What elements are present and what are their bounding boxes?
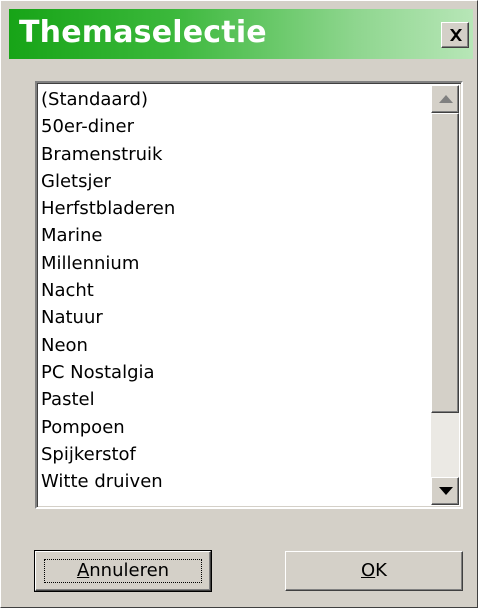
theme-list-item[interactable]: Millennium: [39, 250, 429, 277]
theme-list-item[interactable]: Spijkerstof: [39, 441, 429, 468]
ok-button[interactable]: OK: [285, 551, 463, 591]
ok-button-label: OK: [361, 560, 387, 581]
cancel-mnemonic: A: [76, 560, 90, 581]
theme-list-item[interactable]: Neon: [39, 332, 429, 359]
scroll-up-button[interactable]: [431, 85, 459, 113]
theme-list-item[interactable]: Nacht: [39, 277, 429, 304]
theme-list-item[interactable]: Pompoen: [39, 414, 429, 441]
cancel-button-label: Annuleren: [77, 560, 169, 581]
close-icon: [450, 29, 462, 41]
cancel-label-rest: nnuleren: [89, 560, 170, 581]
theme-list-item[interactable]: 50er-diner: [39, 113, 429, 140]
close-button[interactable]: [441, 22, 469, 48]
theme-list-item[interactable]: Gletsjer: [39, 168, 429, 195]
title-bar[interactable]: Themaselectie: [9, 9, 473, 59]
arrow-down-icon: [439, 487, 453, 495]
arrow-up-icon: [439, 95, 453, 103]
vertical-scrollbar[interactable]: [431, 85, 459, 505]
cancel-button[interactable]: Annuleren: [35, 551, 211, 591]
theme-list-item[interactable]: Marine: [39, 222, 429, 249]
theme-list-item[interactable]: Witte druiven: [39, 468, 429, 495]
ok-label-rest: K: [375, 560, 387, 581]
scroll-thumb[interactable]: [431, 113, 459, 413]
theme-listbox[interactable]: (Standaard) 50er-diner Bramenstruik Gletsje…: [35, 81, 463, 509]
theme-list-item[interactable]: PC Nostalgia: [39, 359, 429, 386]
theme-list-item[interactable]: Natuur: [39, 304, 429, 331]
theme-list-item[interactable]: Herfstbladeren: [39, 195, 429, 222]
ok-mnemonic: O: [361, 560, 376, 581]
theme-list-item[interactable]: Bramenstruik: [39, 141, 429, 168]
theme-list-item[interactable]: Pastel: [39, 386, 429, 413]
dialog-title: Themaselectie: [19, 15, 267, 50]
theme-list-item[interactable]: (Standaard): [39, 86, 429, 113]
theme-selection-dialog: Themaselectie (Standaard) 50er-diner Brame…: [0, 0, 478, 608]
theme-list: (Standaard) 50er-diner Bramenstruik Gletsje…: [39, 86, 429, 495]
scroll-down-button[interactable]: [431, 477, 459, 505]
